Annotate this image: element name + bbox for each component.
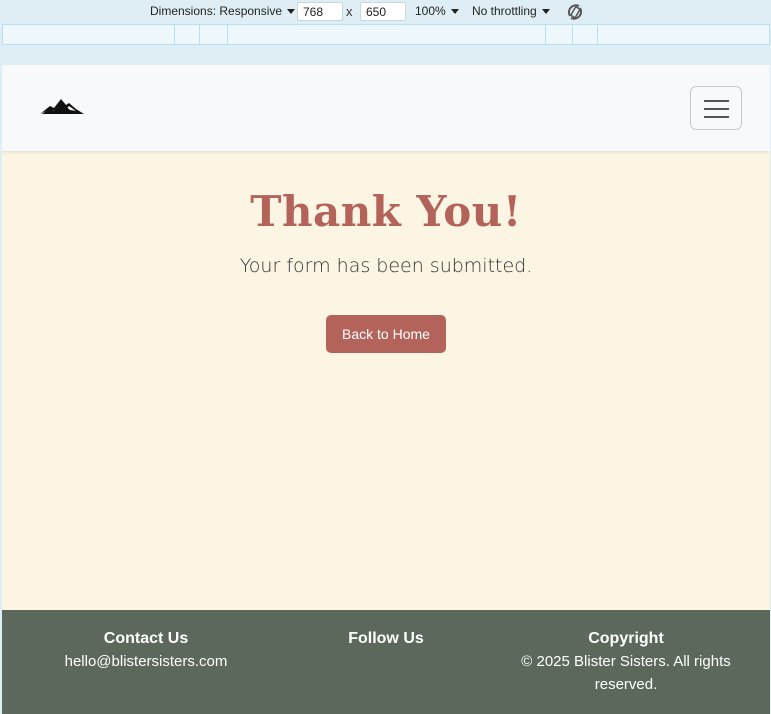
page-viewport: Thank You! Your form has been submitted.… [2,65,770,714]
chevron-down-icon [287,8,296,14]
hamburger-menu-icon [704,116,729,118]
follow-heading: Follow Us [348,630,424,647]
menu-toggle-button[interactable] [690,86,742,130]
navbar [2,65,770,151]
contact-heading: Contact Us [103,630,189,647]
zoom-label: 100% [415,4,446,18]
media-query-marker[interactable] [174,25,175,44]
mountain-logo-icon[interactable] [40,97,84,117]
throttling-dropdown[interactable]: No throttling [472,4,550,18]
devtools-device-toolbar: Dimensions: Responsive x 100% No throttl… [0,0,771,24]
copyright-text: © 2025 Blister Sisters. All rights reser… [521,653,731,693]
chevron-down-icon [541,8,550,14]
throttling-label: No throttling [472,4,537,18]
chevron-down-icon [450,8,459,14]
dimension-separator: x [346,4,353,19]
media-query-marker[interactable] [545,25,546,44]
media-query-bar [2,24,770,45]
zoom-dropdown[interactable]: 100% [415,4,459,18]
media-query-marker[interactable] [597,25,598,44]
copyright-heading: Copyright [588,630,664,647]
rotate-icon[interactable] [565,2,585,22]
dimensions-label: Dimensions: Responsive [150,4,283,18]
main-content: Thank You! Your form has been submitted.… [2,151,770,610]
dimensions-dropdown[interactable]: Dimensions: Responsive [150,4,296,18]
hamburger-menu-icon [704,108,729,110]
media-query-marker[interactable] [572,25,573,44]
height-input[interactable] [360,2,406,21]
hamburger-menu-icon [704,100,729,102]
page-title: Thank You! [250,187,522,236]
back-to-home-button[interactable]: Back to Home [326,315,446,353]
confirmation-message: Your form has been submitted. [239,255,533,277]
devtools-gap [0,45,771,65]
footer-contact: Contact Us hello@blistersisters.com [46,630,246,673]
media-query-marker[interactable] [227,25,228,44]
footer-copyright: Copyright © 2025 Blister Sisters. All ri… [516,630,736,696]
footer: Contact Us hello@blistersisters.com Foll… [2,610,770,714]
width-input[interactable] [297,2,343,21]
media-query-marker[interactable] [199,25,200,44]
contact-email-link[interactable]: hello@blistersisters.com [46,650,246,673]
footer-follow: Follow Us [286,630,486,650]
